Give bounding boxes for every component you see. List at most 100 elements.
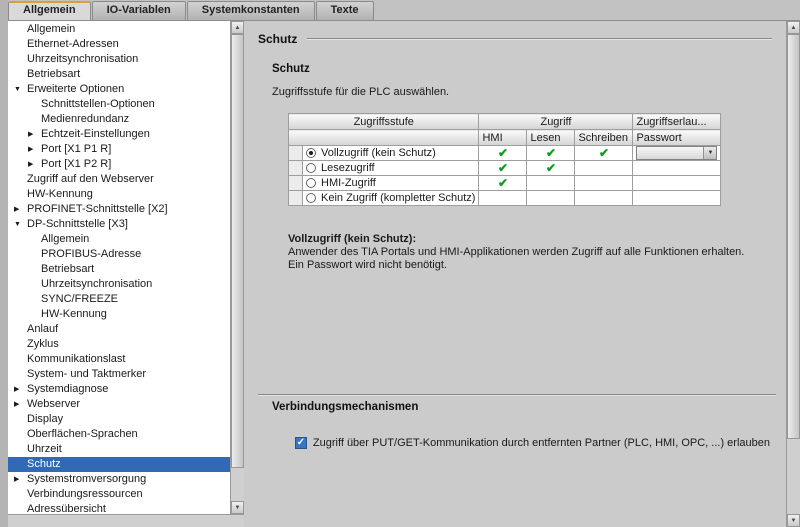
tree-item-medienredundanz[interactable]: Medienredundanz xyxy=(8,112,230,127)
tree-item-allgemein[interactable]: Allgemein xyxy=(8,22,230,37)
subheader-empty xyxy=(289,130,479,146)
left-pane: AllgemeinEthernet-AdressenUhrzeitsynchro… xyxy=(8,21,244,527)
tree-item-label: Schutz xyxy=(27,458,61,470)
row-select-cell[interactable] xyxy=(289,191,303,206)
tree-item-label: Erweiterte Optionen xyxy=(27,83,124,95)
tree-item-label: Systemdiagnose xyxy=(27,383,108,395)
tree-item-label: Betriebsart xyxy=(27,68,80,80)
chevron-right-icon[interactable]: ▶ xyxy=(14,382,27,397)
tree-item-label: Adressübersicht xyxy=(27,503,106,514)
chevron-right-icon[interactable]: ▶ xyxy=(14,397,27,412)
tree-item-hw-kennung[interactable]: HW-Kennung xyxy=(8,307,230,322)
tree-item-adress-bersicht[interactable]: Adressübersicht xyxy=(8,502,230,514)
chevron-down-icon[interactable]: ▼ xyxy=(14,217,27,232)
scroll-up-icon[interactable]: ▲ xyxy=(231,21,244,34)
tree-item-display[interactable]: Display xyxy=(8,412,230,427)
tree-item-label: Uhrzeitsynchronisation xyxy=(27,53,138,65)
tree-item-uhrzeit[interactable]: Uhrzeit xyxy=(8,442,230,457)
tree-item-zugriff-auf-den-webserver[interactable]: Zugriff auf den Webserver xyxy=(8,172,230,187)
content-scroll-track[interactable] xyxy=(787,439,800,514)
tree-item-systemdiagnose[interactable]: ▶Systemdiagnose xyxy=(8,382,230,397)
access-check-cell xyxy=(575,161,633,176)
tree-scroll-track[interactable] xyxy=(231,468,244,501)
tree-item-zyklus[interactable]: Zyklus xyxy=(8,337,230,352)
check-icon: ✔ xyxy=(599,146,609,160)
chevron-down-icon[interactable]: ▼ xyxy=(14,82,27,97)
tree-item-oberfl-chen-sprachen[interactable]: Oberflächen-Sprachen xyxy=(8,427,230,442)
content-scrollbar[interactable]: ▲ ▼ xyxy=(786,21,800,527)
access-check-cell xyxy=(575,191,633,206)
tree-item-uhrzeitsynchronisation[interactable]: Uhrzeitsynchronisation xyxy=(8,277,230,292)
tree-item-webserver[interactable]: ▶Webserver xyxy=(8,397,230,412)
tree-item-label: Echtzeit-Einstellungen xyxy=(41,128,150,140)
access-level-table: Zugriffsstufe Zugriff Zugriffserlau... H… xyxy=(288,113,721,206)
tree-item-label: HW-Kennung xyxy=(27,188,93,200)
tree-scroll-thumb[interactable] xyxy=(231,34,244,468)
chevron-right-icon[interactable]: ▶ xyxy=(28,142,41,157)
tree-item-uhrzeitsynchronisation[interactable]: Uhrzeitsynchronisation xyxy=(8,52,230,67)
tree-item-label: Betriebsart xyxy=(41,263,94,275)
row-select-cell[interactable] xyxy=(289,176,303,191)
tab-texte[interactable]: Texte xyxy=(316,1,374,20)
password-dropdown[interactable]: ▼ xyxy=(636,146,717,160)
access-check-cell xyxy=(527,176,575,191)
access-check-cell: ✔ xyxy=(575,146,633,161)
chevron-right-icon[interactable]: ▶ xyxy=(14,472,27,487)
chevron-right-icon[interactable]: ▶ xyxy=(28,157,41,172)
scroll-up-icon[interactable]: ▲ xyxy=(787,21,800,34)
content-pane: Schutz Schutz Zugriffsstufe für die PLC … xyxy=(244,21,786,527)
chevron-right-icon[interactable]: ▶ xyxy=(14,202,27,217)
radio-button[interactable] xyxy=(306,193,316,203)
tree-item-echtzeit-einstellungen[interactable]: ▶Echtzeit-Einstellungen xyxy=(8,127,230,142)
tab-allgemein[interactable]: Allgemein xyxy=(8,1,91,20)
content-scroll-thumb[interactable] xyxy=(787,34,800,439)
tree-item-hw-kennung[interactable]: HW-Kennung xyxy=(8,187,230,202)
tree-item-schutz[interactable]: Schutz xyxy=(8,457,230,472)
tree-item-erweiterte-optionen[interactable]: ▼Erweiterte Optionen xyxy=(8,82,230,97)
tree-item-port-x1-p1-r[interactable]: ▶Port [X1 P1 R] xyxy=(8,142,230,157)
tree-item-sync-freeze[interactable]: SYNC/FREEZE xyxy=(8,292,230,307)
access-level-cell: HMI-Zugriff xyxy=(303,176,479,191)
tree-item-kommunikationslast[interactable]: Kommunikationslast xyxy=(8,352,230,367)
tree-item-label: Medienredundanz xyxy=(41,113,129,125)
tree-item-schnittstellen-optionen[interactable]: Schnittstellen-Optionen xyxy=(8,97,230,112)
tree-item-betriebsart[interactable]: Betriebsart xyxy=(8,67,230,82)
tab-systemkonstanten[interactable]: Systemkonstanten xyxy=(187,1,315,20)
tree-item-dp-schnittstelle-x3[interactable]: ▼DP-Schnittstelle [X3] xyxy=(8,217,230,232)
access-level-row: Kein Zugriff (kompletter Schutz) xyxy=(289,191,721,206)
tree-item-ethernet-adressen[interactable]: Ethernet-Adressen xyxy=(8,37,230,52)
radio-button[interactable] xyxy=(306,148,316,158)
tree-item-anlauf[interactable]: Anlauf xyxy=(8,322,230,337)
scroll-down-icon[interactable]: ▼ xyxy=(787,514,800,527)
chevron-right-icon[interactable]: ▶ xyxy=(28,127,41,142)
tree-item-label: Webserver xyxy=(27,398,80,410)
tree-item-verbindungsressourcen[interactable]: Verbindungsressourcen xyxy=(8,487,230,502)
tree-scrollbar[interactable]: ▲ ▼ xyxy=(230,21,244,514)
check-icon: ✔ xyxy=(498,176,508,190)
tree-item-profibus-adresse[interactable]: PROFIBUS-Adresse xyxy=(8,247,230,262)
tree-item-betriebsart[interactable]: Betriebsart xyxy=(8,262,230,277)
tree-item-profinet-schnittstelle-x2[interactable]: ▶PROFINET-Schnittstelle [X2] xyxy=(8,202,230,217)
tree-item-system-und-taktmerker[interactable]: System- und Taktmerker xyxy=(8,367,230,382)
properties-window: AllgemeinIO-VariablenSystemkonstantenTex… xyxy=(8,0,800,527)
putget-checkbox[interactable]: ✓ xyxy=(295,437,307,449)
description-title: Vollzugriff (kein Schutz): xyxy=(288,233,772,246)
row-select-cell[interactable] xyxy=(289,146,303,161)
tab-io-variablen[interactable]: IO-Variablen xyxy=(92,1,186,20)
radio-button[interactable] xyxy=(306,163,316,173)
radio-button[interactable] xyxy=(306,178,316,188)
access-level-row: Vollzugriff (kein Schutz)✔✔✔▼ xyxy=(289,146,721,161)
putget-label: Zugriff über PUT/GET-Kommunikation durch… xyxy=(313,437,770,449)
tree-item-label: Verbindungsressourcen xyxy=(27,488,143,500)
tree-item-label: Uhrzeitsynchronisation xyxy=(41,278,152,290)
putget-row: ✓ Zugriff über PUT/GET-Kommunikation dur… xyxy=(258,437,772,449)
access-level-label: HMI-Zugriff xyxy=(321,177,376,189)
row-select-cell[interactable] xyxy=(289,161,303,176)
tree-item-systemstromversorgung[interactable]: ▶Systemstromversorgung xyxy=(8,472,230,487)
tree-item-label: Oberflächen-Sprachen xyxy=(27,428,138,440)
tree-item-port-x1-p2-r[interactable]: ▶Port [X1 P2 R] xyxy=(8,157,230,172)
tree-item-allgemein[interactable]: Allgemein xyxy=(8,232,230,247)
tree-item-label: Allgemein xyxy=(41,233,89,245)
scroll-down-icon[interactable]: ▼ xyxy=(231,501,244,514)
table-subheader-row: HMI Lesen Schreiben Passwort xyxy=(289,130,721,146)
